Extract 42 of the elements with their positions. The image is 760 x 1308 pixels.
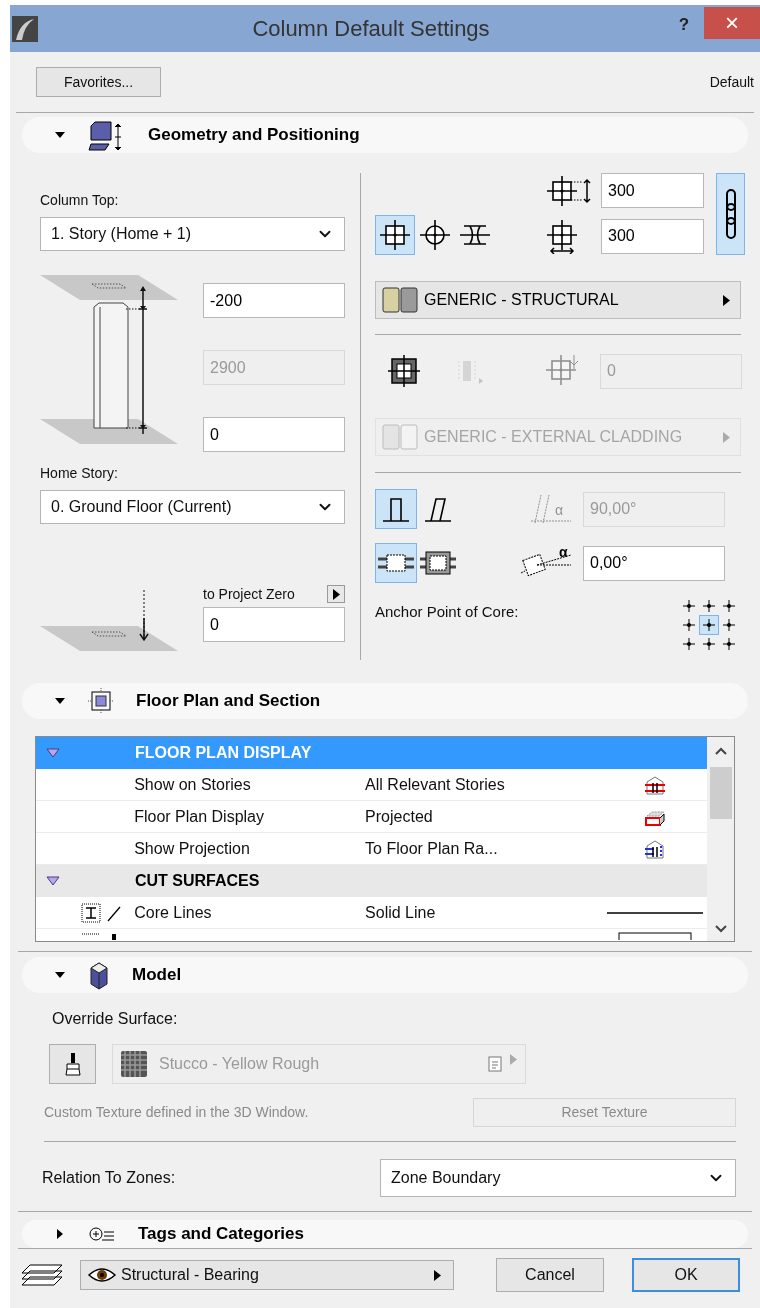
setting-name: Show on Stories bbox=[134, 774, 252, 795]
number-field[interactable]: 300 bbox=[601, 173, 704, 208]
section-title: Model bbox=[132, 964, 182, 987]
help-button[interactable]: ? bbox=[664, 7, 704, 43]
setting-name: Core Lines bbox=[134, 902, 213, 923]
field-label: Override Surface: bbox=[52, 1009, 179, 1029]
dropdown[interactable]: 1. Story (Home + 1) bbox=[40, 217, 345, 251]
field-label: to Project Zero bbox=[203, 584, 295, 604]
cancel-button[interactable]: Cancel bbox=[496, 1258, 604, 1292]
number-field[interactable]: -200 bbox=[203, 283, 345, 318]
setting-name: Show Projection bbox=[134, 838, 251, 859]
number-field[interactable]: 300 bbox=[601, 218, 704, 254]
number-field[interactable]: 0 bbox=[203, 417, 345, 452]
setting-value: All Relevant Stories bbox=[365, 774, 506, 795]
dropdown[interactable]: Zone Boundary bbox=[380, 1159, 736, 1197]
field-label: Home Story: bbox=[40, 464, 119, 483]
setting-value: Solid Line bbox=[365, 902, 437, 923]
setting-name: Floor Plan Display bbox=[134, 806, 265, 827]
ok-button[interactable]: OK bbox=[632, 1258, 740, 1292]
material-picker[interactable]: GENERIC - STRUCTURAL bbox=[375, 281, 741, 319]
field-label: Column Top: bbox=[40, 191, 120, 210]
favorites-button[interactable]: Favorites... bbox=[36, 67, 161, 97]
window-title: Column Default Settings bbox=[251, 15, 491, 43]
close-button[interactable]: × bbox=[704, 7, 760, 39]
section-title: Geometry and Positioning bbox=[148, 124, 360, 147]
default-label: Default bbox=[709, 72, 754, 92]
field-label: Anchor Point of Core: bbox=[375, 602, 519, 622]
number-field[interactable]: 0,00° bbox=[583, 545, 725, 581]
setting-value: Projected bbox=[365, 806, 434, 827]
structural-function-dropdown[interactable]: Structural - Bearing bbox=[80, 1260, 454, 1290]
section-header[interactable]: Geometry and Positioning bbox=[22, 117, 748, 153]
section-title: Tags and Categories bbox=[138, 1223, 304, 1246]
section-header[interactable]: Tags and Categories bbox=[22, 1220, 748, 1248]
section-header[interactable]: Model bbox=[22, 957, 748, 993]
texture-note: Custom Texture defined in the 3D Window. bbox=[44, 1103, 309, 1122]
section-header[interactable]: Floor Plan and Section bbox=[22, 683, 748, 719]
setting-value: To Floor Plan Ra... bbox=[365, 838, 499, 859]
number-field[interactable]: 0 bbox=[203, 607, 345, 642]
section-title: Floor Plan and Section bbox=[136, 690, 321, 713]
dropdown[interactable]: 0. Ground Floor (Current) bbox=[40, 490, 345, 524]
field-label: Relation To Zones: bbox=[42, 1168, 176, 1188]
group-row[interactable]: CUT SURFACES bbox=[36, 865, 707, 897]
